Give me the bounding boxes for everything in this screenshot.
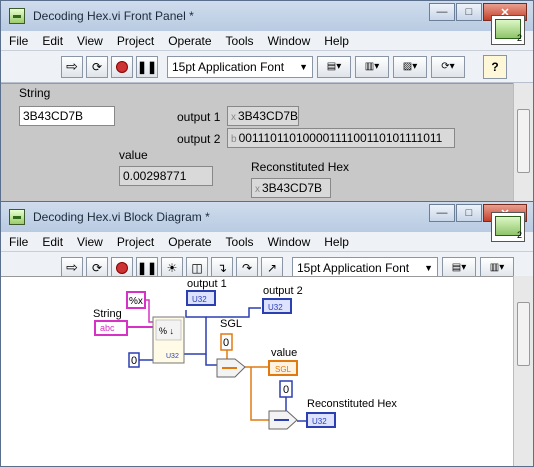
output2-value: 00111011010000111100110101111011 bbox=[238, 131, 443, 145]
labview-vi-icon bbox=[9, 8, 25, 24]
value-indicator: 0.00298771 bbox=[119, 166, 213, 186]
stop-icon bbox=[116, 60, 128, 73]
menu-operate[interactable]: Operate bbox=[168, 235, 211, 249]
front-panel-window: Decoding Hex.vi Front Panel * — □ ✕ File… bbox=[0, 0, 534, 204]
resize-objects-button[interactable]: ▨▾ bbox=[393, 55, 427, 78]
string-label: String bbox=[19, 86, 51, 100]
pause-icon: ❚❚ bbox=[136, 59, 158, 74]
string-terminal-type: abc bbox=[100, 323, 115, 333]
block-diagram-canvas: %x String abc 0 % ↓ U32 output 1 U32 out… bbox=[1, 276, 513, 466]
menu-project[interactable]: Project bbox=[117, 34, 154, 48]
menu-project[interactable]: Project bbox=[117, 235, 154, 249]
menu-tools[interactable]: Tools bbox=[226, 235, 254, 249]
radix-b: b bbox=[231, 134, 237, 145]
font-selector-value: 15pt Application Font bbox=[172, 59, 285, 74]
reorder-button[interactable]: ⟳▾ bbox=[431, 55, 465, 78]
scan-icon-glyph: % ↓ bbox=[159, 326, 174, 336]
output2-wire bbox=[206, 307, 261, 318]
string-terminal-label: String bbox=[93, 308, 122, 320]
value-terminal-type: SGL bbox=[275, 365, 292, 374]
abort-button[interactable] bbox=[111, 55, 133, 78]
recon-input-wire bbox=[250, 367, 269, 421]
front-panel-titlebar[interactable]: Decoding Hex.vi Front Panel * — □ ✕ bbox=[1, 1, 533, 31]
front-panel-toolbar: ⇨ ⟳ ❚❚ 15pt Application Font ▼ ▤▾ ▥▾ ▨▾ ⟳… bbox=[1, 15, 533, 83]
menu-operate[interactable]: Operate bbox=[168, 34, 211, 48]
vi-connector-pane-icon[interactable]: 2 bbox=[491, 212, 525, 242]
menu-tools[interactable]: Tools bbox=[226, 34, 254, 48]
value-label: value bbox=[119, 148, 148, 162]
front-panel-title: Decoding Hex.vi Front Panel * bbox=[33, 9, 194, 23]
connector-number: 2 bbox=[516, 33, 522, 43]
menu-window[interactable]: Window bbox=[268, 235, 311, 249]
menu-view[interactable]: View bbox=[77, 235, 103, 249]
front-panel-canvas: String 3B43CD7B output 1 x 3B43CD7B outpu… bbox=[1, 83, 513, 203]
output1-label: output 1 bbox=[177, 110, 221, 124]
radix-x: x bbox=[231, 112, 236, 123]
output2-terminal-label: output 2 bbox=[263, 285, 303, 297]
chevron-down-icon: ▼ bbox=[424, 262, 433, 273]
menu-help[interactable]: Help bbox=[324, 34, 349, 48]
menu-file[interactable]: File bbox=[9, 235, 28, 249]
font-selector-value: 15pt Application Font bbox=[297, 260, 410, 275]
reconstituted-hex-indicator: x 3B43CD7B bbox=[251, 178, 331, 198]
run-arrow-icon[interactable]: ⇨ bbox=[61, 55, 83, 78]
block-diagram-titlebar[interactable]: Decoding Hex.vi Block Diagram * — □ ✕ bbox=[1, 202, 533, 232]
align-objects-button[interactable]: ▤▾ bbox=[317, 55, 351, 78]
chevron-down-icon: ▼ bbox=[299, 61, 308, 72]
distribute-objects-button[interactable]: ▥▾ bbox=[355, 55, 389, 78]
menu-edit[interactable]: Edit bbox=[42, 235, 63, 249]
minimize-button[interactable]: — bbox=[429, 204, 455, 222]
block-diagram-svg: %x String abc 0 % ↓ U32 output 1 U32 out… bbox=[93, 278, 397, 430]
zero-constant-text: 0 bbox=[131, 355, 137, 367]
sgl-constant-label: SGL bbox=[220, 318, 242, 330]
reconstituted-hex-label: Reconstituted Hex bbox=[251, 160, 350, 174]
output1-wire bbox=[184, 310, 207, 355]
output1-value: 3B43CD7B bbox=[238, 109, 299, 123]
block-diagram-scrollbar[interactable] bbox=[513, 276, 533, 466]
u32-zero-text: 0 bbox=[283, 384, 289, 396]
recon-value: 3B43CD7B bbox=[262, 181, 323, 195]
output1-terminal-type: U32 bbox=[192, 295, 207, 304]
string-control[interactable]: 3B43CD7B bbox=[19, 106, 115, 126]
help-icon: ? bbox=[491, 59, 499, 74]
connector-number: 2 bbox=[516, 230, 522, 240]
pause-icon: ❚❚ bbox=[136, 260, 158, 275]
labview-vi-icon bbox=[9, 209, 25, 225]
scrollbar-thumb[interactable] bbox=[517, 109, 530, 173]
vi-connector-pane-icon[interactable]: 2 bbox=[491, 15, 525, 45]
output1-terminal-label: output 1 bbox=[187, 278, 227, 290]
output2-terminal-type: U32 bbox=[268, 303, 283, 312]
front-panel-menubar: File Edit View Project Operate Tools Win… bbox=[1, 31, 533, 51]
output1-indicator: x 3B43CD7B bbox=[227, 106, 299, 126]
sgl-zero-text: 0 bbox=[223, 337, 229, 349]
menu-file[interactable]: File bbox=[9, 34, 28, 48]
output2-indicator: b 00111011010000111100110101111011 bbox=[227, 128, 455, 148]
recon-terminal-type: U32 bbox=[312, 417, 327, 426]
typecast-input-wire bbox=[205, 354, 217, 366]
scrollbar-thumb[interactable] bbox=[517, 302, 530, 366]
context-help-button[interactable]: ? bbox=[483, 54, 507, 79]
scan-output-type: U32 bbox=[166, 353, 179, 360]
run-continuously-icon[interactable]: ⟳ bbox=[86, 55, 108, 78]
pause-button[interactable]: ❚❚ bbox=[136, 55, 158, 78]
stop-icon bbox=[116, 261, 128, 274]
block-diagram-title: Decoding Hex.vi Block Diagram * bbox=[33, 210, 210, 224]
recon-terminal-label: Reconstituted Hex bbox=[307, 398, 397, 410]
radix-x: x bbox=[255, 184, 260, 195]
output2-label: output 2 bbox=[177, 132, 221, 146]
block-diagram-window: Decoding Hex.vi Block Diagram * — □ ✕ Fi… bbox=[0, 201, 534, 467]
block-diagram-menubar: File Edit View Project Operate Tools Win… bbox=[1, 232, 533, 252]
menu-window[interactable]: Window bbox=[268, 34, 311, 48]
value-terminal-label: value bbox=[271, 347, 297, 359]
font-selector[interactable]: 15pt Application Font ▼ bbox=[167, 55, 313, 78]
front-panel-scrollbar[interactable] bbox=[513, 83, 533, 203]
minimize-button[interactable]: — bbox=[429, 3, 455, 21]
menu-help[interactable]: Help bbox=[324, 235, 349, 249]
maximize-button[interactable]: □ bbox=[456, 3, 482, 21]
maximize-button[interactable]: □ bbox=[456, 204, 482, 222]
menu-edit[interactable]: Edit bbox=[42, 34, 63, 48]
format-string-text: %x bbox=[129, 296, 143, 307]
menu-view[interactable]: View bbox=[77, 34, 103, 48]
